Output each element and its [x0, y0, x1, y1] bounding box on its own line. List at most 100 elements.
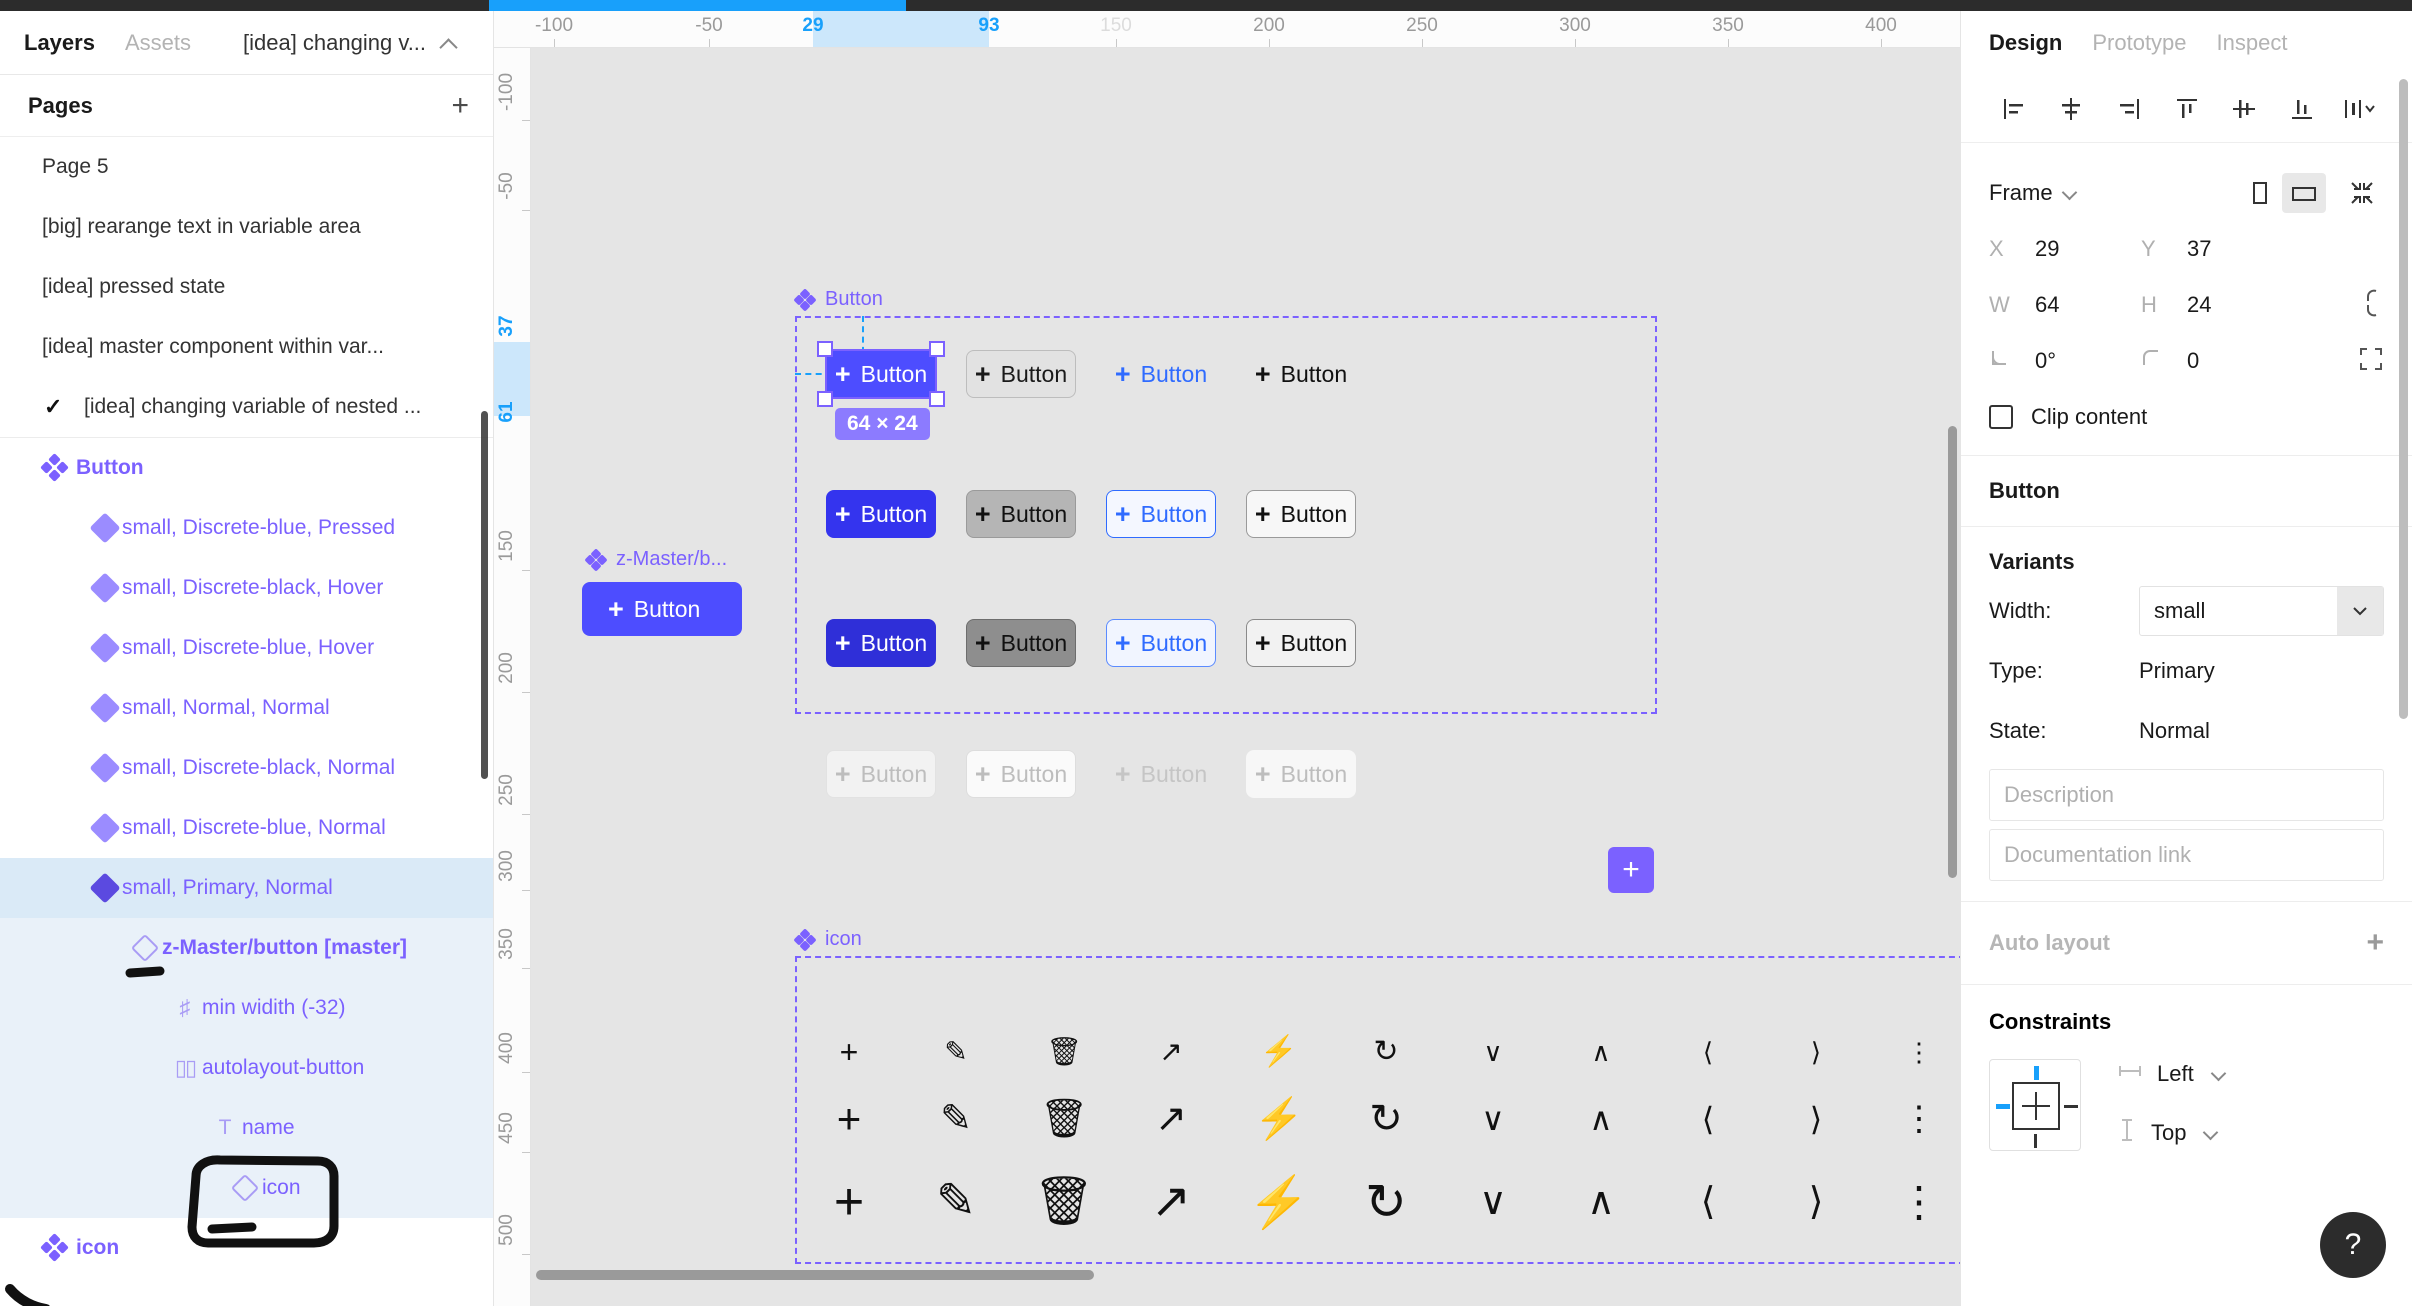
button-black-disabled[interactable]: + Button [1246, 750, 1356, 798]
constraints-picker[interactable] [1989, 1059, 2081, 1151]
button-grey-hover[interactable]: + Button [966, 490, 1076, 538]
align-bottom-icon[interactable] [2273, 86, 2331, 132]
description-input[interactable]: Description [1989, 769, 2384, 821]
layer-row[interactable]: small, Normal, Normal [0, 678, 493, 738]
trash-icon[interactable]: 🗑 [1036, 1096, 1092, 1142]
tab-layers[interactable]: Layers [24, 30, 95, 56]
clip-content-checkbox[interactable] [1989, 405, 2013, 429]
constrain-proportions-icon[interactable] [2362, 288, 2384, 323]
more-vertical-icon[interactable]: ⋮ [1891, 1096, 1947, 1142]
button-blue-normal[interactable]: + Button [1106, 350, 1216, 398]
width-field[interactable]: W 64 [1989, 292, 2141, 318]
corner-radius-field[interactable]: 0 [2141, 348, 2293, 374]
add-page-icon[interactable]: + [451, 90, 469, 121]
pencil-icon[interactable]: ✎ [928, 1096, 984, 1142]
documentation-link-input[interactable]: Documentation link [1989, 829, 2384, 881]
variant-width-select[interactable]: small [2139, 586, 2384, 636]
resize-to-fit-icon[interactable] [2340, 173, 2384, 213]
file-tab[interactable]: [idea] changing v... [243, 30, 456, 56]
portrait-icon[interactable] [2238, 173, 2282, 213]
resize-handle-bottom-right[interactable] [929, 391, 945, 407]
variant-row-state[interactable]: State: Normal [1961, 701, 2412, 761]
independent-corners-icon[interactable] [2358, 346, 2384, 377]
tab-prototype[interactable]: Prototype [2092, 30, 2186, 56]
chevron-down-icon[interactable] [2063, 186, 2077, 200]
page-item-4[interactable]: ✓ [idea] changing variable of nested ... [0, 377, 493, 437]
button-blue-pressed[interactable]: + Button [1106, 619, 1216, 667]
button-primary-pressed[interactable]: + Button [826, 619, 936, 667]
right-panel-scrollbar[interactable] [2399, 79, 2408, 719]
constraint-marker-top[interactable] [2034, 1066, 2039, 1080]
frame-label-icon[interactable]: icon [793, 927, 862, 952]
button-primary-normal[interactable]: + Button [826, 490, 936, 538]
distribute-icon[interactable] [2330, 86, 2388, 132]
lightning-icon[interactable]: ⚡ [1251, 1032, 1307, 1072]
lightning-icon[interactable]: ⚡ [1248, 1176, 1310, 1228]
layer-row[interactable]: small, Discrete-black, Hover [0, 558, 493, 618]
tab-design[interactable]: Design [1989, 30, 2062, 56]
button-black-hover[interactable]: + Button [1246, 490, 1356, 538]
page-item-1[interactable]: [big] rearange text in variable area [0, 197, 493, 257]
chevron-left-icon[interactable]: ⟨ [1680, 1096, 1736, 1142]
chevron-down-icon[interactable]: ∨ [1465, 1176, 1521, 1228]
align-horizontal-center-icon[interactable] [2043, 86, 2101, 132]
layer-row[interactable]: T name [0, 1098, 493, 1158]
button-blue-disabled[interactable]: + Button [1106, 750, 1216, 798]
external-link-icon[interactable]: ↗ [1143, 1176, 1199, 1228]
align-top-icon[interactable] [2158, 86, 2216, 132]
more-vertical-icon[interactable]: ⋮ [1891, 1176, 1947, 1228]
align-left-icon[interactable] [1985, 86, 2043, 132]
lightning-icon[interactable]: ⚡ [1251, 1096, 1307, 1142]
vertical-ruler[interactable]: -100 -50 37 61 150 200 250 300 350 400 4… [494, 48, 531, 1306]
chevron-up-icon[interactable]: ∧ [1573, 1096, 1629, 1142]
layers-scrollbar[interactable] [481, 411, 488, 779]
chevron-left-icon[interactable]: ⟨ [1680, 1176, 1736, 1228]
layer-row[interactable]: small, Discrete-blue, Normal [0, 798, 493, 858]
constraint-marker-bottom[interactable] [2034, 1134, 2037, 1148]
page-item-0[interactable]: Page 5 [0, 137, 493, 197]
constraint-marker-right[interactable] [2064, 1105, 2078, 1108]
pencil-icon[interactable]: ✎ [928, 1176, 984, 1228]
page-item-2[interactable]: [idea] pressed state [0, 257, 493, 317]
tab-assets[interactable]: Assets [125, 30, 191, 56]
button-grey-pressed[interactable]: + Button [966, 619, 1076, 667]
layer-row[interactable]: small, Discrete-black, Normal [0, 738, 493, 798]
vertical-constraint-row[interactable]: Top [2117, 1117, 2226, 1149]
trash-icon[interactable]: 🗑 [1034, 1176, 1095, 1228]
layer-row[interactable]: icon [0, 1218, 493, 1278]
clip-content-row[interactable]: Clip content [1989, 389, 2384, 445]
button-primary-disabled[interactable]: + Button [826, 750, 936, 798]
refresh-icon[interactable]: ↻ [1358, 1032, 1414, 1072]
layer-row[interactable]: Button [0, 438, 493, 498]
chevron-up-icon[interactable]: ∧ [1573, 1176, 1629, 1228]
chevron-right-icon[interactable]: ⟩ [1788, 1176, 1844, 1228]
pencil-icon[interactable]: ✎ [928, 1032, 984, 1072]
chevron-right-icon[interactable]: ⟩ [1788, 1032, 1844, 1072]
refresh-icon[interactable]: ↻ [1358, 1176, 1414, 1228]
external-link-icon[interactable]: ↗ [1143, 1096, 1199, 1142]
plus-icon[interactable]: + [821, 1096, 877, 1142]
chevron-down-icon[interactable]: ∨ [1465, 1032, 1521, 1072]
plus-icon[interactable]: + [821, 1032, 877, 1072]
button-grey-normal[interactable]: + Button [966, 350, 1076, 398]
chevron-up-icon[interactable] [440, 35, 456, 51]
layer-row[interactable]: ♯ min widith (-32) [0, 978, 493, 1038]
layer-row-selected[interactable]: small, Primary, Normal [0, 858, 493, 918]
canvas-vertical-scrollbar[interactable] [1948, 426, 1957, 878]
button-black-pressed[interactable]: + Button [1246, 619, 1356, 667]
refresh-icon[interactable]: ↻ [1358, 1096, 1414, 1142]
page-item-3[interactable]: [idea] master component within var... [0, 317, 493, 377]
chevron-down-icon[interactable]: ∨ [1465, 1096, 1521, 1142]
landscape-icon[interactable] [2282, 173, 2326, 213]
resize-handle-top-right[interactable] [929, 341, 945, 357]
external-link-icon[interactable]: ↗ [1143, 1032, 1199, 1072]
design-canvas[interactable]: Button + Button 64 × 24 + Button + Butto… [531, 48, 1960, 1306]
button-blue-hover[interactable]: + Button [1106, 490, 1216, 538]
chevron-down-icon[interactable] [2204, 1126, 2218, 1140]
add-auto-layout-icon[interactable]: + [2366, 926, 2384, 960]
variant-row-type[interactable]: Type: Primary [1961, 641, 2412, 701]
chevron-down-icon[interactable] [2337, 587, 2383, 635]
button-black-normal[interactable]: + Button [1246, 350, 1356, 398]
more-vertical-icon[interactable]: ⋮ [1891, 1032, 1947, 1072]
layer-row[interactable]: small, Discrete-blue, Hover [0, 618, 493, 678]
